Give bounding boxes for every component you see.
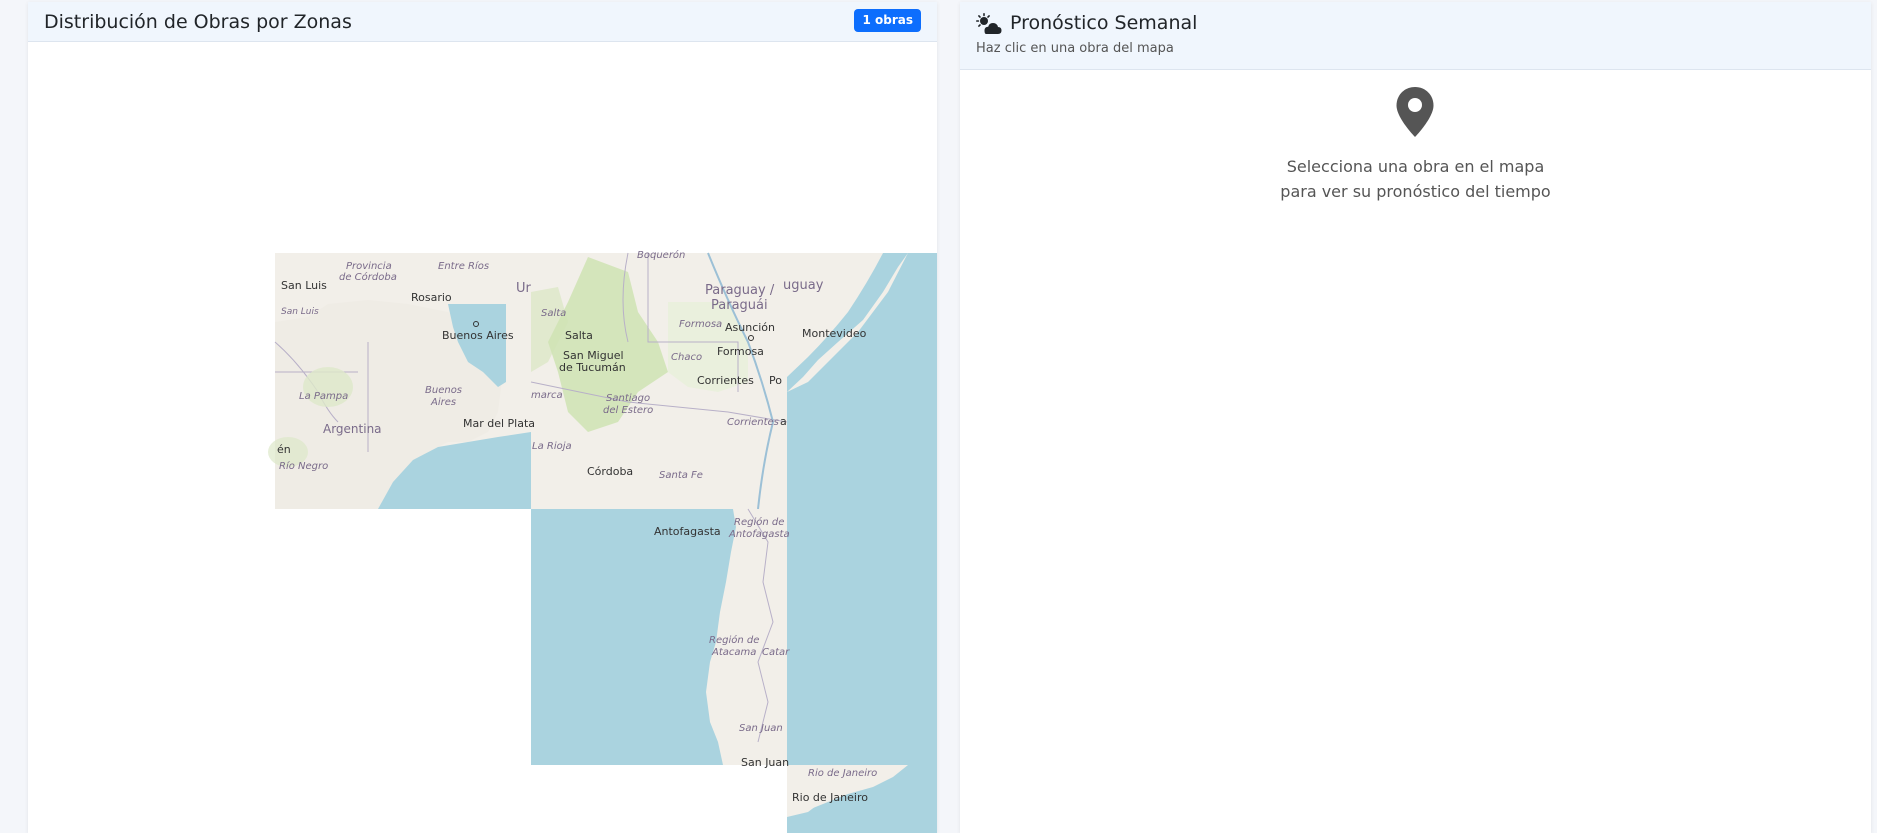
map-label-chaco: Chaco	[671, 352, 702, 363]
map-label-santiago-2: del Estero	[603, 405, 653, 416]
map-label-catar: Catar	[762, 647, 790, 658]
map-label-formosa-prov: Formosa	[679, 319, 722, 330]
map-label-rio-janeiro: Rio de Janeiro	[792, 791, 868, 804]
map-label-buenos-aires: Buenos Aires	[442, 329, 514, 342]
map-label-buenos-aires-prov-2: Aires	[430, 397, 456, 408]
map-label-rosario: Rosario	[411, 291, 452, 304]
map-card-header: Distribución de Obras por Zonas 1 obras	[28, 2, 937, 42]
forecast-empty-message: Selecciona una obra en el mapa para ver …	[960, 154, 1871, 204]
map-label-region-antofagasta: Región de	[734, 516, 784, 528]
map-label-boqueron: Boquerón	[637, 249, 685, 261]
map-label-paraguay: Paraguay /	[705, 283, 775, 298]
forecast-title: Pronóstico Semanal	[1010, 12, 1198, 34]
map-title: Distribución de Obras por Zonas	[44, 11, 352, 33]
map-label-asuncion: Asunción	[725, 321, 775, 334]
map-label-antofagasta: Antofagasta	[654, 525, 721, 538]
map-label-corrientes-prov: Corrientes	[727, 417, 779, 428]
map-label-provincia-cordoba-2: de Córdoba	[339, 271, 397, 283]
map-label-marca: marca	[531, 390, 563, 401]
empty-message-line1: Selecciona una obra en el mapa	[1286, 157, 1545, 176]
map-label-santa-fe: Santa Fe	[659, 470, 703, 481]
map-label-uguay: uguay	[783, 278, 824, 293]
map-container[interactable]: San Luis Provincia de Córdoba Entre Ríos…	[28, 42, 937, 833]
obras-count-badge: 1 obras	[854, 9, 921, 32]
map-label-region-atacama: Región de	[709, 634, 759, 646]
map-label-mar-del-plata: Mar del Plata	[463, 417, 535, 430]
map-label-a: a	[780, 415, 787, 428]
map-label-montevideo: Montevideo	[802, 327, 867, 340]
forecast-card: Pronóstico Semanal Haz clic en una obra …	[960, 2, 1871, 833]
map-label-formosa: Formosa	[717, 345, 764, 358]
map-label-san-miguel-2: de Tucumán	[559, 361, 626, 374]
map-label-region-antofagasta-2: Antofagasta	[728, 529, 790, 540]
map-label-buenos-aires-prov: Buenos	[425, 385, 462, 396]
cloud-sun-icon	[976, 13, 1002, 34]
map-label-san-luis: San Luis	[281, 279, 327, 292]
map-label-santiago: Santiago	[606, 393, 650, 404]
map-label-rio-janeiro-state: Rio de Janeiro	[808, 768, 877, 779]
forecast-card-header: Pronóstico Semanal Haz clic en una obra …	[960, 2, 1871, 70]
map-tile-atlantico	[787, 253, 937, 833]
map-label-san-juan: San Juan	[741, 756, 789, 769]
map-label-san-juan-prov: San Juan	[739, 723, 783, 734]
map-label-salta-prov: Salta	[541, 308, 566, 319]
map-label-cordoba: Córdoba	[587, 465, 633, 478]
map-label-argentina: Argentina	[323, 422, 382, 436]
empty-message-line2: para ver su pronóstico del tiempo	[1280, 182, 1551, 201]
map-label-la-pampa: La Pampa	[299, 391, 348, 402]
map-pin-icon	[1396, 87, 1434, 137]
map-label-region-atacama-2: Atacama	[711, 647, 756, 658]
map-label-provincia-cordoba: Provincia	[346, 261, 392, 272]
map-label-corrientes: Corrientes	[697, 374, 754, 387]
map-tiles[interactable]: San Luis Provincia de Córdoba Entre Ríos…	[28, 42, 937, 833]
map-label-rio-negro: Río Negro	[279, 460, 328, 472]
map-label-paraguay-2: Paraguái	[711, 298, 768, 313]
map-label-po: Po	[769, 374, 782, 387]
map-label-en: én	[277, 443, 291, 456]
map-label-ur: Ur	[516, 281, 532, 296]
map-label-entre-rios: Entre Ríos	[438, 260, 489, 272]
map-label-san-luis-prov: San Luis	[281, 307, 319, 317]
map-label-salta: Salta	[565, 329, 593, 342]
map-label-la-rioja: La Rioja	[532, 441, 572, 452]
map-card: Distribución de Obras por Zonas 1 obras	[28, 2, 937, 833]
forecast-subtitle: Haz clic en una obra del mapa	[976, 41, 1174, 56]
